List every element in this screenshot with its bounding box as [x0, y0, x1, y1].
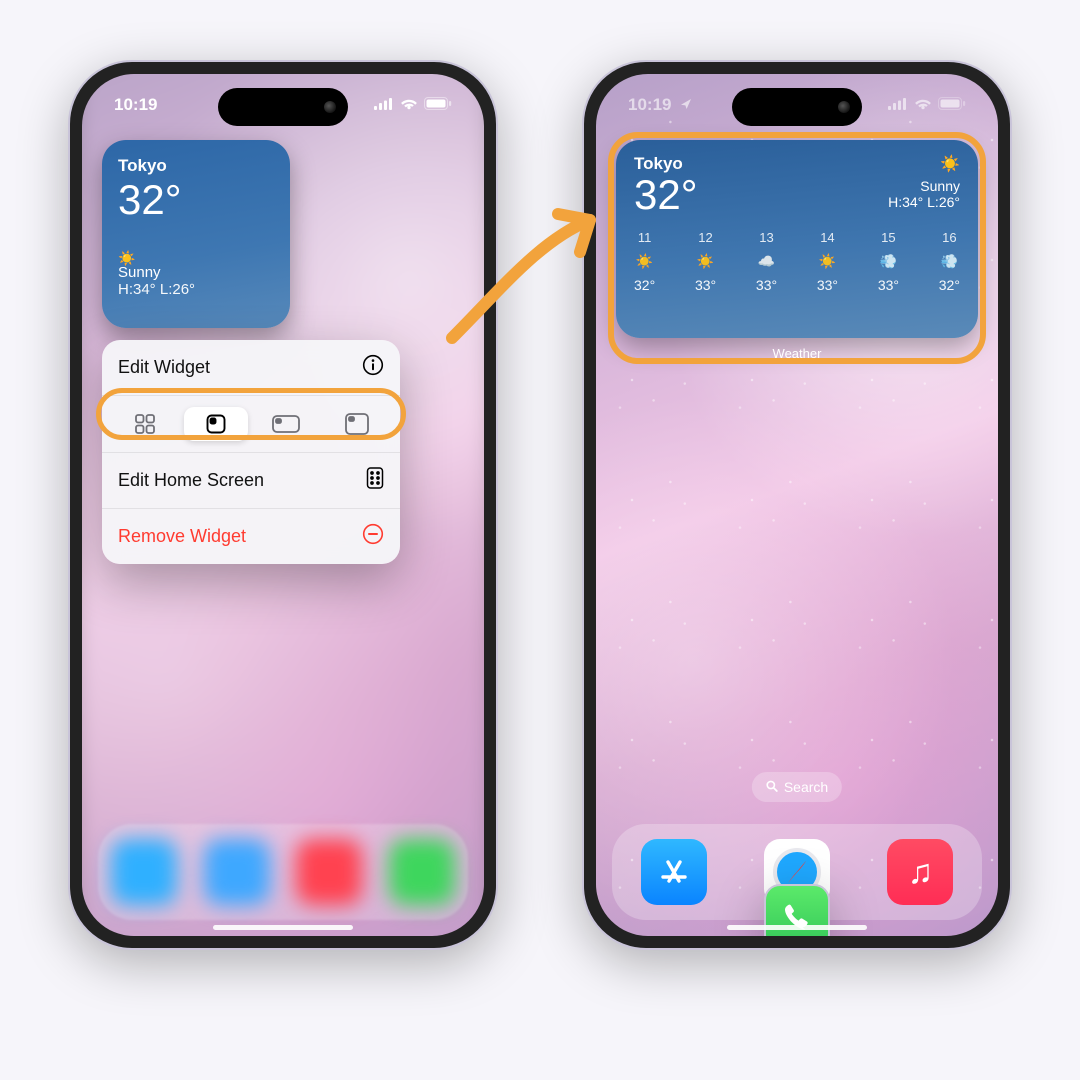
widget-context-menu: Edit Widget	[102, 340, 400, 564]
weather-hilo: H:34° L:26°	[888, 194, 960, 210]
app-appstore[interactable]	[641, 839, 707, 905]
forecast-hour-label: 13	[759, 230, 773, 245]
weather-condition: Sunny	[118, 264, 274, 281]
widget-label: Weather	[596, 346, 998, 361]
sun-icon: ☀️	[118, 250, 135, 267]
app-music[interactable]: ♫	[887, 839, 953, 905]
location-arrow-icon	[680, 95, 692, 115]
forecast-hour-temp: 33°	[695, 277, 716, 293]
music-icon: ♫	[908, 853, 934, 892]
weather-widget-small[interactable]: Tokyo 32° ☀️ Sunny H:34° L:26°	[102, 140, 290, 328]
signal-icon	[888, 95, 908, 115]
weather-temp: 32°	[634, 174, 698, 216]
sun-icon: ☀️	[888, 154, 960, 174]
dock-blurred	[98, 824, 468, 920]
phone-after: 10:19	[582, 60, 1012, 950]
forecast-hour-label: 11	[638, 230, 652, 245]
forecast-hour-temp: 33°	[878, 277, 899, 293]
forecast-wind-icon: 💨	[941, 253, 958, 269]
signal-icon	[374, 95, 394, 115]
size-option-large[interactable]	[322, 404, 393, 444]
menu-edit-home-screen[interactable]: Edit Home Screen	[102, 452, 400, 508]
forecast-sun-icon: ☀️	[697, 253, 714, 269]
forecast-hour: 16 💨 32°	[939, 230, 960, 293]
size-option-apps[interactable]	[110, 404, 181, 444]
weather-city: Tokyo	[118, 156, 274, 176]
home-indicator[interactable]	[213, 925, 353, 930]
dynamic-island	[732, 88, 862, 126]
status-time: 10:19	[114, 95, 157, 115]
forecast-hour: 14 ☀️ 33°	[817, 230, 838, 293]
forecast-hour-label: 16	[942, 230, 956, 245]
forecast-hour: 15 💨 33°	[878, 230, 899, 293]
menu-remove-widget[interactable]: Remove Widget	[102, 508, 400, 564]
battery-icon	[938, 95, 966, 115]
forecast-hour: 13 ☁️ 33°	[756, 230, 777, 293]
wifi-icon	[400, 95, 418, 115]
forecast-sun-icon: ☀️	[819, 253, 836, 269]
dock: ♫	[612, 824, 982, 920]
battery-icon	[424, 95, 452, 115]
forecast-wind-icon: 💨	[880, 253, 897, 269]
phone-before: 10:19 Tokyo 32° ☀️ Sunn	[68, 60, 498, 950]
forecast-hour-label: 14	[820, 230, 834, 245]
home-indicator[interactable]	[727, 925, 867, 930]
weather-temp: 32°	[118, 178, 274, 222]
forecast-hour-label: 12	[698, 230, 712, 245]
homescreen-grid-icon	[366, 467, 384, 494]
search-icon	[766, 779, 778, 795]
weather-condition: Sunny	[888, 178, 960, 194]
widget-size-picker	[102, 395, 400, 452]
weather-hilo: H:34° L:26°	[118, 281, 274, 298]
forecast-sun-icon: ☀️	[636, 253, 653, 269]
remove-icon	[362, 523, 384, 550]
forecast-hour: 11 ☀️ 32°	[634, 230, 655, 293]
forecast-cloud-icon: ☁️	[758, 253, 775, 269]
info-icon	[362, 354, 384, 381]
home-search-pill[interactable]: Search	[752, 772, 842, 802]
forecast-hour-label: 15	[881, 230, 895, 245]
wifi-icon	[914, 95, 932, 115]
hourly-forecast: 11 ☀️ 32° 12 ☀️ 33° 13 ☁️ 33° 14 ☀️ 33° 15 💨 33° 16 💨 32°	[634, 230, 960, 293]
forecast-hour: 12 ☀️ 33°	[695, 230, 716, 293]
forecast-hour-temp: 33°	[756, 277, 777, 293]
size-option-medium[interactable]	[251, 404, 322, 444]
status-time: 10:19	[628, 95, 671, 114]
forecast-hour-temp: 33°	[817, 277, 838, 293]
size-option-small[interactable]	[181, 404, 252, 444]
dynamic-island	[218, 88, 348, 126]
weather-widget-medium[interactable]: Tokyo 32° ☀️ Sunny H:34° L:26° 11☀️32°12…	[616, 140, 978, 338]
menu-edit-widget[interactable]: Edit Widget	[102, 340, 400, 395]
forecast-hour-temp: 32°	[939, 277, 960, 293]
forecast-hour-temp: 32°	[634, 277, 655, 293]
appstore-icon	[655, 853, 693, 891]
